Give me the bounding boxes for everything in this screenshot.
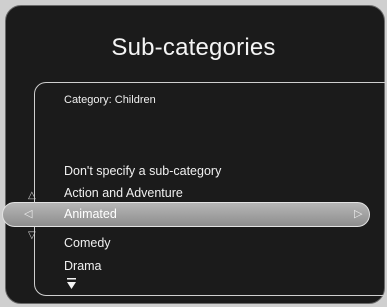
screen: Sub-categories Category: Children Don't … xyxy=(0,0,387,307)
chevron-left-icon[interactable]: ◁ xyxy=(24,208,32,219)
more-below-icon xyxy=(67,278,76,290)
list-item-dont-specify[interactable]: Don't specify a sub-category xyxy=(64,164,221,178)
list-item-action-adventure[interactable]: Action and Adventure xyxy=(64,186,183,200)
page-title: Sub-categories xyxy=(111,34,276,61)
selected-list-item[interactable] xyxy=(2,202,370,227)
arrow-up-icon[interactable]: △ xyxy=(28,191,36,201)
list-item-comedy[interactable]: Comedy xyxy=(64,236,111,250)
arrow-down-icon[interactable]: ▽ xyxy=(28,231,36,241)
list-item-animated[interactable]: Animated xyxy=(64,207,117,221)
category-label: Category: Children xyxy=(64,94,156,106)
chevron-right-icon[interactable]: ▷ xyxy=(354,208,362,219)
list-item-drama[interactable]: Drama xyxy=(64,259,102,273)
